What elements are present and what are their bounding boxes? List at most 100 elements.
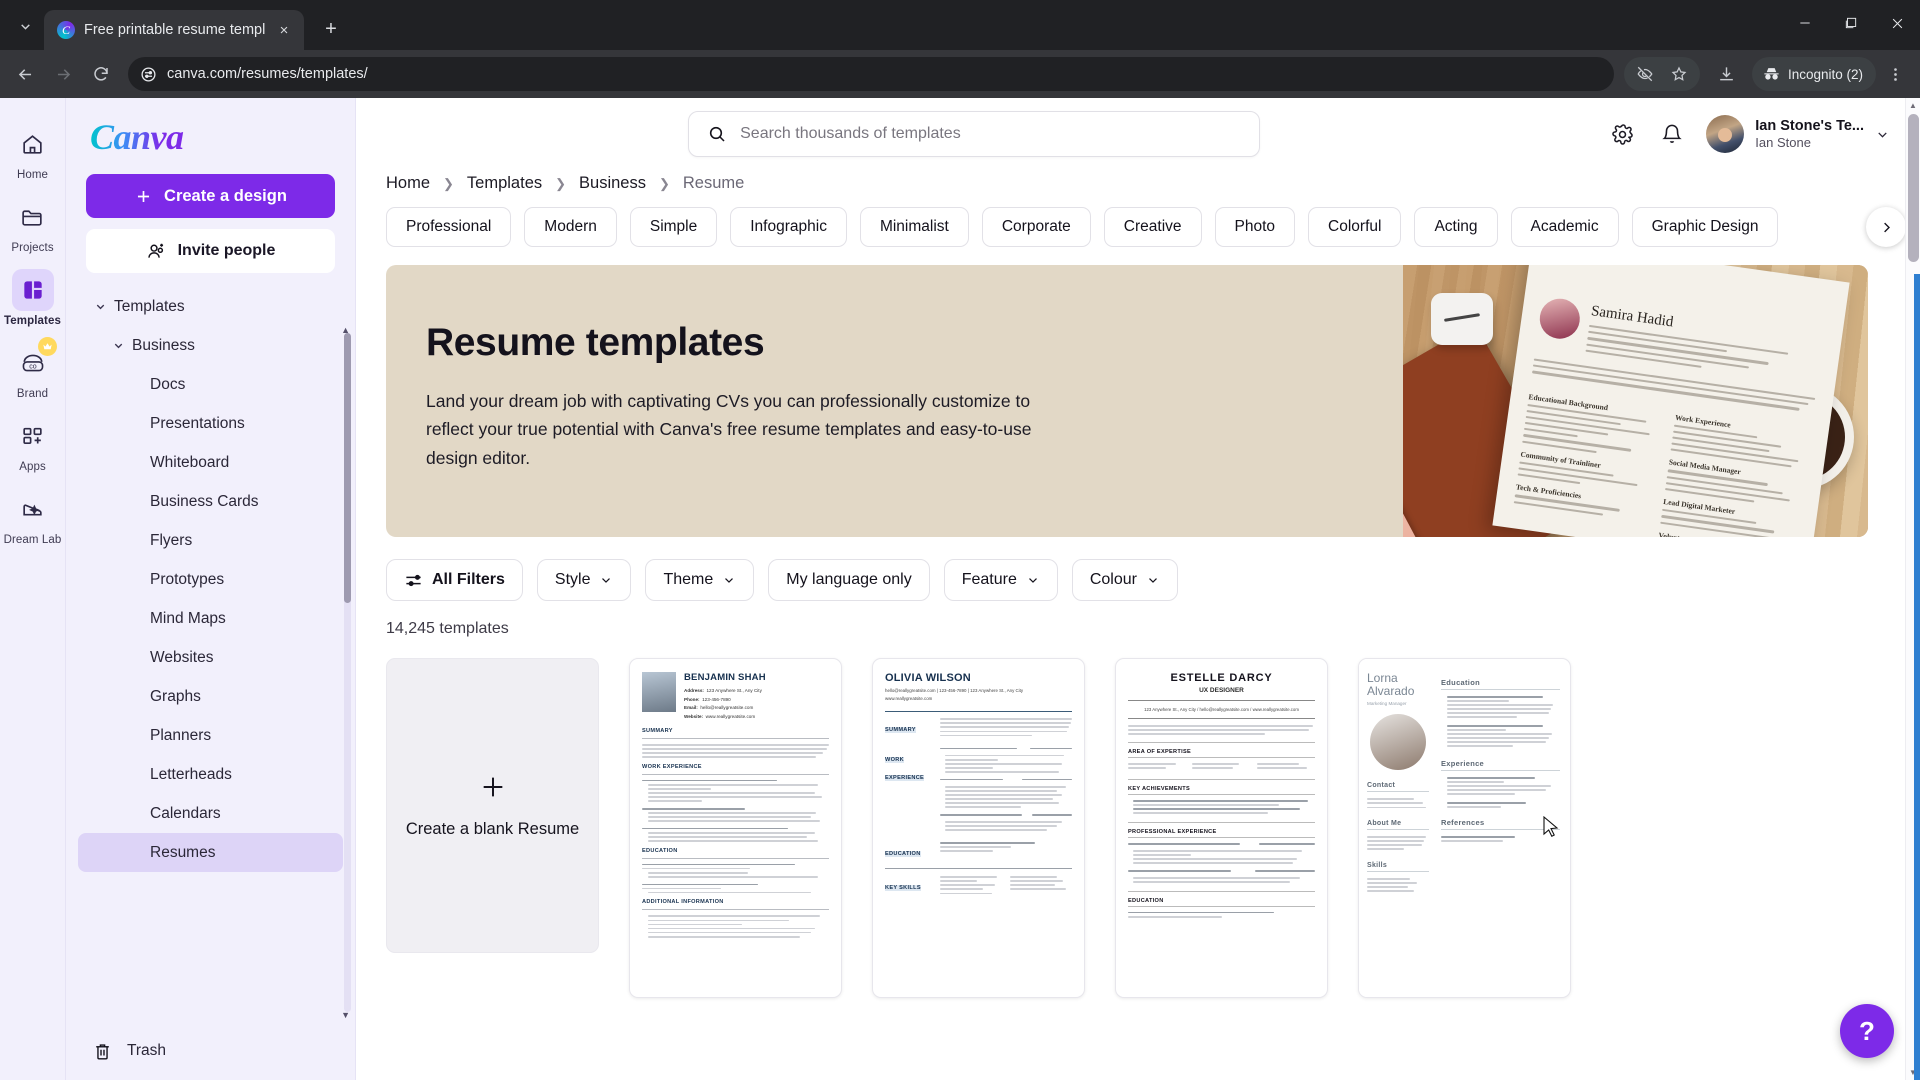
template-name: ESTELLE DARCY <box>1170 672 1273 684</box>
chip-simple[interactable]: Simple <box>629 207 718 247</box>
nav-label: Templates <box>114 297 185 315</box>
trash-button[interactable]: Trash <box>66 1022 355 1080</box>
rail-item-home[interactable]: Home <box>2 116 64 185</box>
paper-photo <box>1537 296 1583 342</box>
close-window-icon[interactable] <box>1874 0 1920 46</box>
maximize-icon[interactable] <box>1828 0 1874 46</box>
browser-tab[interactable]: C Free printable resume template × <box>44 10 304 50</box>
tab-search-button[interactable] <box>6 7 44 45</box>
nav-item-business[interactable]: Business <box>78 326 343 365</box>
chevron-down-icon[interactable] <box>86 300 114 313</box>
reload-icon[interactable] <box>84 57 118 91</box>
gear-icon[interactable] <box>1602 114 1642 154</box>
nav-scrollbar-thumb[interactable] <box>344 333 351 603</box>
help-button[interactable]: ? <box>1840 1004 1894 1058</box>
page-scrollbar-thumb[interactable] <box>1908 114 1919 262</box>
minimize-icon[interactable] <box>1782 0 1828 46</box>
breadcrumb-business[interactable]: Business <box>579 174 646 193</box>
chevron-down-icon[interactable] <box>1875 127 1890 142</box>
all-filters-button[interactable]: All Filters <box>386 559 523 601</box>
close-icon[interactable]: × <box>274 20 294 40</box>
nav-item-business-cards[interactable]: Business Cards <box>78 482 343 521</box>
search-box[interactable] <box>688 111 1261 157</box>
hero-banner: Resume templates Land your dream job wit… <box>386 265 1868 537</box>
rail-label: Projects <box>11 242 54 254</box>
chip-professional[interactable]: Professional <box>386 207 512 247</box>
nav-item-templates[interactable]: Templates <box>78 287 343 326</box>
search-input[interactable] <box>740 125 1242 143</box>
forward-icon[interactable] <box>46 57 80 91</box>
template-card[interactable]: ESTELLE DARCY UX DESIGNER 123 Anywhere S… <box>1115 658 1328 998</box>
rail-item-dream-lab[interactable]: Dream Lab <box>2 481 64 550</box>
chip-photo[interactable]: Photo <box>1214 207 1296 247</box>
paper-col-right: Work Experience Social Media Manager Lea… <box>1657 405 1812 537</box>
template-card[interactable]: OLIVIA WILSON hello@reallygreatsite.com … <box>872 658 1085 998</box>
canva-favicon: C <box>57 21 75 39</box>
star-icon[interactable] <box>1662 57 1696 91</box>
template-card[interactable]: BENJAMIN SHAH Address: 123 Anywhere St.,… <box>629 658 842 998</box>
chip-infographic[interactable]: Infographic <box>730 207 847 247</box>
nav-item-planners[interactable]: Planners <box>78 716 343 755</box>
filter-theme-label: Theme <box>663 571 714 588</box>
filter-style[interactable]: Style <box>536 559 632 601</box>
chip-academic[interactable]: Academic <box>1510 207 1619 247</box>
create-design-label: Create a design <box>164 186 287 205</box>
tune-icon[interactable] <box>140 66 157 83</box>
nav-item-presentations[interactable]: Presentations <box>78 404 343 443</box>
nav-item-flyers[interactable]: Flyers <box>78 521 343 560</box>
template-photo <box>1370 714 1426 771</box>
chip-creative[interactable]: Creative <box>1103 207 1202 247</box>
scroll-up-icon[interactable]: ▲ <box>1906 98 1920 113</box>
chip-acting[interactable]: Acting <box>1414 207 1498 247</box>
nav-item-whiteboard[interactable]: Whiteboard <box>78 443 343 482</box>
chip-graphic-design[interactable]: Graphic Design <box>1631 207 1779 247</box>
nav-item-calendars[interactable]: Calendars <box>78 794 343 833</box>
left-navigation-panel: Canva Create a design Invite people Temp… <box>66 98 356 1080</box>
filter-style-label: Style <box>554 571 591 588</box>
rail-item-templates[interactable]: Templates <box>2 262 64 331</box>
canva-logo[interactable]: Canva <box>66 98 355 168</box>
nav-item-resumes[interactable]: Resumes <box>78 833 343 872</box>
chip-corporate[interactable]: Corporate <box>981 207 1091 247</box>
bell-icon[interactable] <box>1652 114 1692 154</box>
nav-item-prototypes[interactable]: Prototypes <box>78 560 343 599</box>
breadcrumb-templates[interactable]: Templates <box>467 174 542 193</box>
incognito-profile-button[interactable]: Incognito (2) <box>1751 57 1876 91</box>
filter-my-language-only[interactable]: My language only <box>768 559 930 601</box>
account-menu[interactable]: Ian Stone's Te... Ian Stone <box>1702 115 1890 153</box>
browser-window: C Free printable resume template × + <box>0 0 1920 1080</box>
address-bar[interactable]: canva.com/resumes/templates/ <box>128 57 1614 91</box>
template-section: SUMMARY <box>642 727 673 734</box>
chevron-down-icon[interactable] <box>104 339 132 352</box>
nav-item-docs[interactable]: Docs <box>78 365 343 404</box>
create-blank-resume-card[interactable]: Create a blank Resume <box>386 658 599 953</box>
chip-minimalist[interactable]: Minimalist <box>859 207 969 247</box>
scroll-down-icon[interactable]: ▼ <box>341 1010 350 1020</box>
create-a-design-button[interactable]: Create a design <box>86 174 335 218</box>
kebab-menu-icon[interactable] <box>1878 57 1912 91</box>
filter-colour[interactable]: Colour <box>1071 559 1178 601</box>
chip-modern[interactable]: Modern <box>524 207 617 247</box>
template-count: 14,245 templates <box>386 620 509 637</box>
nav-item-websites[interactable]: Websites <box>78 638 343 677</box>
chevron-right-icon[interactable] <box>1866 207 1906 247</box>
back-icon[interactable] <box>8 57 42 91</box>
filter-theme[interactable]: Theme <box>645 559 755 601</box>
breadcrumb-home[interactable]: Home <box>386 174 430 193</box>
template-card[interactable]: Lorna Alvarado Marketing Manager Contact… <box>1358 658 1571 998</box>
eye-off-icon[interactable] <box>1628 57 1662 91</box>
download-icon[interactable] <box>1710 57 1744 91</box>
rail-item-brand[interactable]: co Brand <box>2 335 64 404</box>
chip-colorful[interactable]: Colorful <box>1308 207 1402 247</box>
new-tab-button[interactable]: + <box>314 12 348 46</box>
nav-item-mind-maps[interactable]: Mind Maps <box>78 599 343 638</box>
filter-feature[interactable]: Feature <box>943 559 1058 601</box>
rail-item-apps[interactable]: Apps <box>2 408 64 477</box>
nav-label: Graphs <box>150 687 201 705</box>
scroll-up-icon[interactable]: ▲ <box>341 325 350 335</box>
invite-people-button[interactable]: Invite people <box>86 229 335 273</box>
nav-item-letterheads[interactable]: Letterheads <box>78 755 343 794</box>
template-section: Contact <box>1367 782 1396 790</box>
nav-item-graphs[interactable]: Graphs <box>78 677 343 716</box>
rail-item-projects[interactable]: Projects <box>2 189 64 258</box>
